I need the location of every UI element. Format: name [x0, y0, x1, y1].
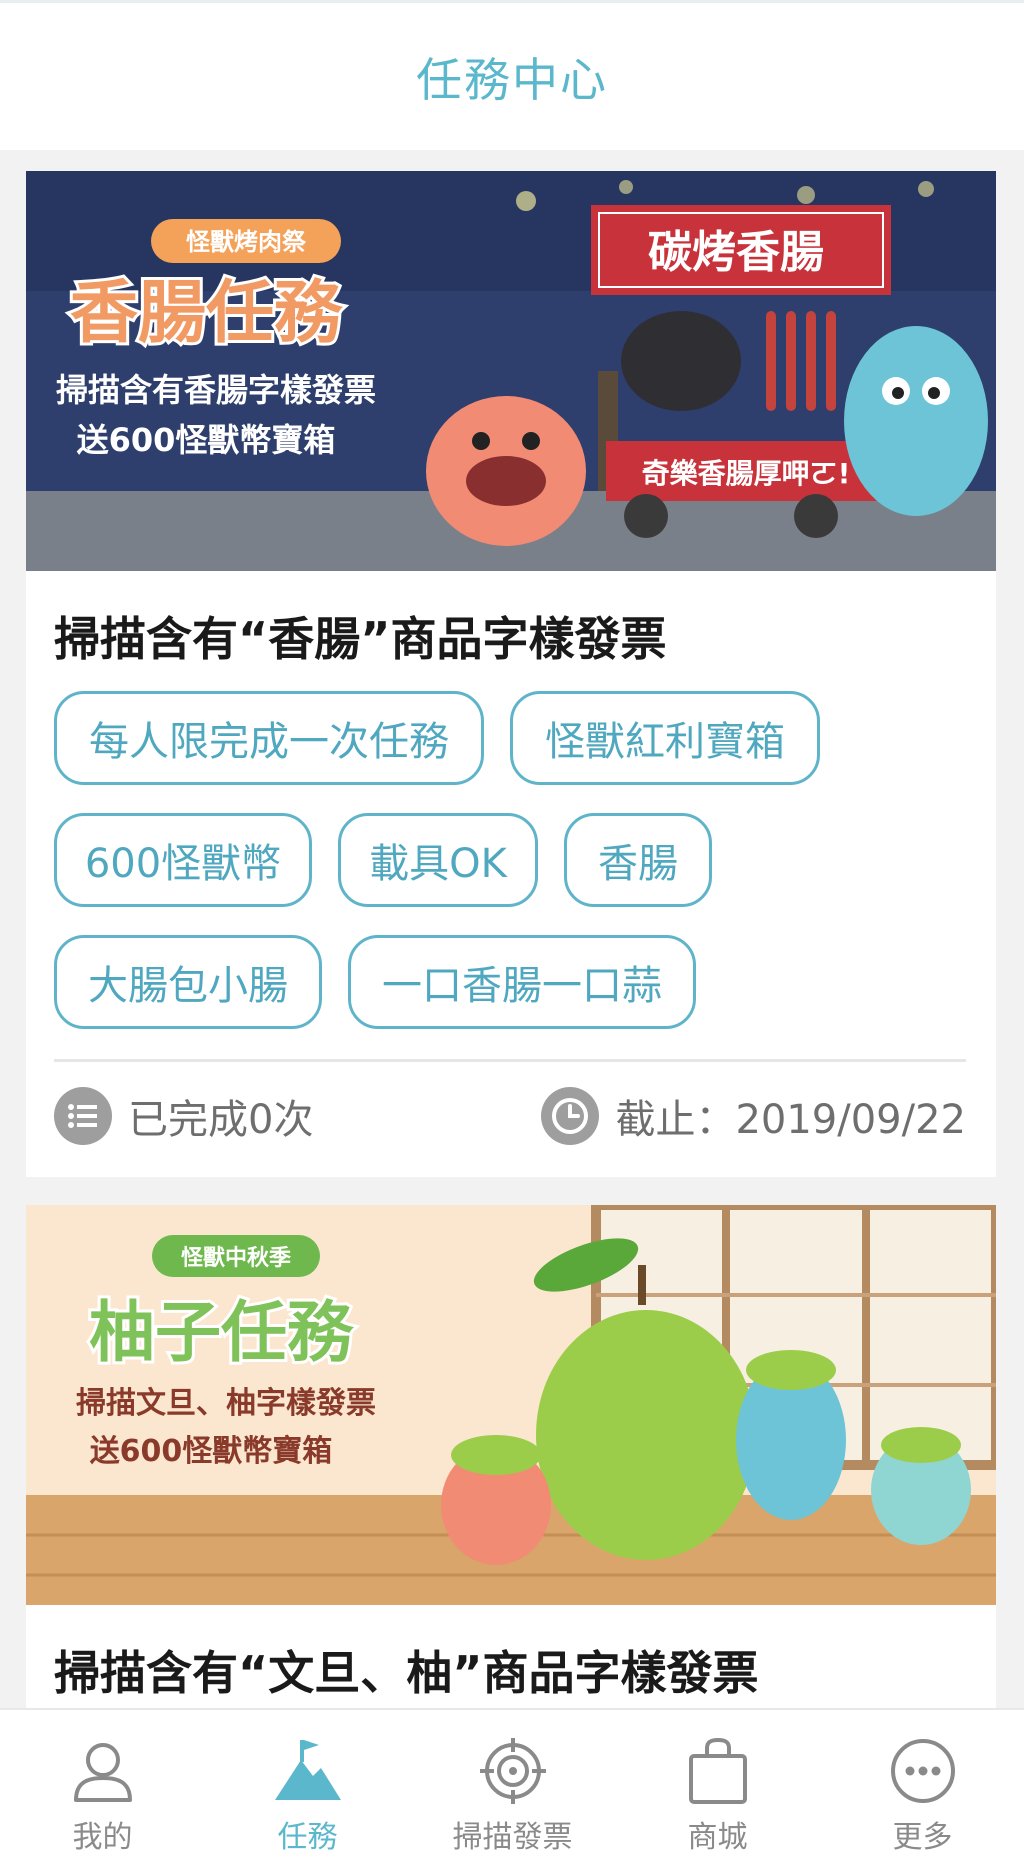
- deadline-status: 截止：2019/09/22: [541, 1081, 966, 1151]
- tab-label: 掃描發票: [452, 1820, 573, 1855]
- shopping-bag-icon: [683, 1736, 753, 1806]
- tab-label: 更多: [892, 1820, 953, 1855]
- target-scan-icon: [478, 1736, 548, 1806]
- banner-line-1: 掃描文旦、柚字樣發票: [76, 1386, 376, 1421]
- tab-label: 我的: [72, 1820, 133, 1855]
- tab-store[interactable]: 商城: [615, 1710, 820, 1866]
- task-tag: 載具OK: [338, 813, 538, 907]
- completed-count: 已完成0次: [128, 1097, 314, 1143]
- task-banner-image[interactable]: 怪獸中秋季 柚子任務 掃描文旦、柚字樣發票 送600怪獸幣寶箱: [26, 1205, 996, 1605]
- task-status-row: 已完成0次 截止：2019/09/22: [54, 1081, 966, 1151]
- task-tag: 大腸包小腸: [54, 935, 322, 1029]
- task-tag: 香腸: [564, 813, 712, 907]
- mountain-flag-icon: [273, 1736, 343, 1806]
- stall-sign: 碳烤香腸: [648, 227, 824, 278]
- tab-mine[interactable]: 我的: [0, 1710, 205, 1866]
- person-icon: [68, 1736, 138, 1806]
- completion-status: 已完成0次: [54, 1081, 313, 1151]
- cart-slogan: 奇樂香腸厚呷ㄛ!: [642, 457, 851, 490]
- page-title: 任務中心: [416, 52, 608, 107]
- tab-more[interactable]: 更多: [820, 1710, 1024, 1866]
- app-header: 任務中心: [0, 0, 1024, 150]
- more-dots-icon: [888, 1736, 958, 1806]
- banner-line-1: 掃描含有香腸字樣發票: [56, 371, 376, 409]
- clock-icon: [541, 1087, 600, 1145]
- banner-line-2: 送600怪獸幣寶箱: [77, 421, 336, 459]
- banner-badge: 怪獸烤肉祭: [186, 228, 307, 256]
- tab-scan-invoice[interactable]: 掃描發票: [410, 1710, 615, 1866]
- deadline-date: 截止：2019/09/22: [615, 1097, 966, 1143]
- tab-tasks[interactable]: 任務: [205, 1710, 410, 1866]
- card-divider: [54, 1059, 966, 1062]
- task-banner-image[interactable]: 怪獸烤肉祭 香腸任務 掃描含有香腸字樣發票 送600怪獸幣寶箱 碳烤香腸 奇樂香…: [26, 171, 996, 571]
- bottom-tab-bar: 我的 任務 掃描發票 商城 更多: [0, 1708, 1024, 1866]
- banner-line-2: 送600怪獸幣寶箱: [90, 1434, 333, 1469]
- tab-label: 任務: [277, 1820, 338, 1855]
- task-tag: 每人限完成一次任務: [54, 691, 484, 785]
- task-title: 掃描含有“文旦、柚”商品字樣發票: [54, 1646, 759, 1700]
- task-card[interactable]: 怪獸中秋季 柚子任務 掃描文旦、柚字樣發票 送600怪獸幣寶箱 掃描含有“文旦、…: [26, 1205, 996, 1725]
- task-tag: 怪獸紅利寶箱: [510, 691, 820, 785]
- banner-headline: 香腸任務: [70, 274, 343, 353]
- banner-headline: 柚子任務: [89, 1294, 354, 1371]
- tab-label: 商城: [687, 1820, 748, 1855]
- task-tag: 一口香腸一口蒜: [348, 935, 696, 1029]
- task-card[interactable]: 怪獸烤肉祭 香腸任務 掃描含有香腸字樣發票 送600怪獸幣寶箱 碳烤香腸 奇樂香…: [26, 171, 996, 1177]
- banner-badge: 怪獸中秋季: [181, 1246, 291, 1271]
- list-icon: [54, 1087, 112, 1145]
- task-title: 掃描含有“香腸”商品字樣發票: [54, 612, 667, 666]
- task-tag: 600怪獸幣: [54, 813, 312, 907]
